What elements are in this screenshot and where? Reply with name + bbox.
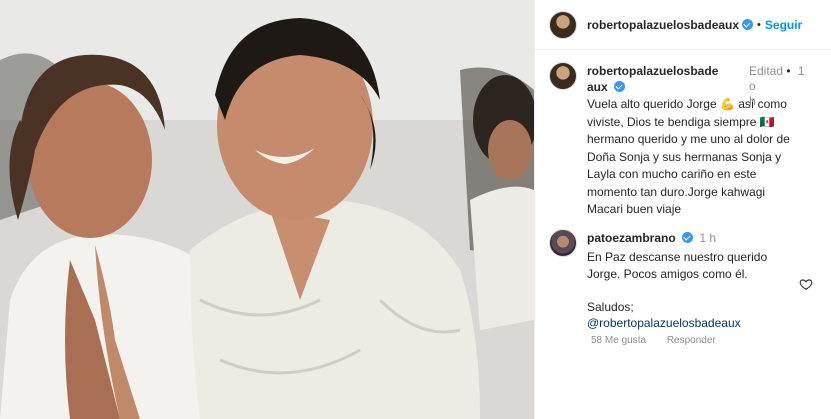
comment-line: viviste, Dios te bendiga siempre 🇲🇽 xyxy=(587,114,775,129)
comment-text: Vuela alto querido Jorge 💪 así como vivi… xyxy=(587,96,812,219)
comment-line: Doña Sonja y sus hermanas Sonja y xyxy=(587,149,782,164)
commenter-username[interactable]: robertopalazuelosbade aux xyxy=(587,64,737,96)
comment-line: momento tan duro.Jorge kahwagi xyxy=(587,184,766,199)
comment-actions: 58 Me gusta Responder xyxy=(591,335,734,346)
author-avatar[interactable] xyxy=(549,10,577,39)
comment-line: hermano querido y me uno al dolor de xyxy=(587,132,790,146)
comment-text: En Paz descanse nuestro querido Jorge. P… xyxy=(587,249,797,332)
follow-button[interactable]: Seguir xyxy=(765,18,802,32)
comment-line: Layla con mucho cariño en este xyxy=(587,167,757,181)
heart-icon[interactable] xyxy=(799,277,813,291)
edited-line-2: o xyxy=(749,79,756,93)
post-photo[interactable] xyxy=(0,0,534,419)
comments-panel: robertopalazuelosbadeaux • Seguir robert… xyxy=(534,0,831,419)
commenter-avatar[interactable] xyxy=(549,62,577,90)
username-line-1[interactable]: robertopalazuelosbade xyxy=(587,64,718,78)
post-header: robertopalazuelosbadeaux • Seguir xyxy=(535,0,831,50)
username-line-2[interactable]: aux xyxy=(587,80,608,94)
meta-dot: • xyxy=(786,64,791,78)
edited-line-1: Editad xyxy=(749,64,784,78)
comment-header: patoezambrano 1 h xyxy=(587,231,716,245)
commenter-avatar[interactable] xyxy=(549,229,577,257)
commenter-username[interactable]: patoezambrano xyxy=(587,231,676,245)
comment-line: Saludos; xyxy=(587,299,634,314)
comment-time[interactable]: 1 h xyxy=(699,231,716,245)
likes-count[interactable]: 58 Me gusta xyxy=(591,335,646,346)
comment-line: Vuela alto querido Jorge 💪 así como xyxy=(587,97,787,111)
verified-badge-icon xyxy=(742,19,754,30)
comment-line: Macari buen viaje xyxy=(587,202,682,216)
edited-label: Editad o xyxy=(749,64,783,94)
separator-dot: • xyxy=(757,18,761,31)
comment-line: Jorge. Pocos amigos como él. xyxy=(587,266,748,281)
verified-badge-icon xyxy=(613,81,625,92)
photo-illustration xyxy=(0,0,534,419)
reply-button[interactable]: Responder xyxy=(667,335,716,346)
verified-badge-icon xyxy=(682,232,694,243)
author-username[interactable]: robertopalazuelosbadeaux xyxy=(587,18,739,32)
mention-link[interactable]: @robertopalazuelosbadeaux xyxy=(587,315,797,332)
comment-line: En Paz descanse nuestro querido xyxy=(587,250,768,264)
